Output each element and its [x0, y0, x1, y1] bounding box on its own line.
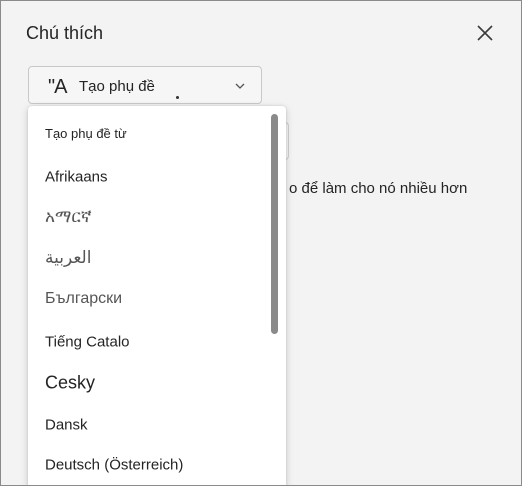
menu-item-label: አማርኛ: [45, 207, 92, 226]
menu-item-amharic[interactable]: አማርኛ: [28, 198, 268, 236]
captions-icon: "A: [48, 76, 67, 98]
menu-item-label: Cesky: [45, 372, 96, 393]
cursor-dot: [176, 96, 179, 99]
generate-captions-dropdown[interactable]: "A Tạo phụ đề: [28, 66, 262, 104]
menu-item-german-austria[interactable]: Deutsch (Österreich): [28, 446, 268, 484]
menu-item-arabic[interactable]: العربية: [28, 239, 268, 277]
menu-item-label: Tiếng Catalo: [45, 333, 130, 351]
close-icon: [477, 25, 493, 41]
menu-item-afrikaans[interactable]: Afrikaans: [28, 158, 268, 196]
menu-item-czech[interactable]: Cesky: [28, 364, 268, 402]
captions-panel: Chú thích "A Tạo phụ đề o để làm cho nó …: [0, 0, 522, 486]
menu-item-label: العربية: [45, 248, 92, 267]
panel-title: Chú thích: [26, 23, 104, 43]
menu-item-catalan[interactable]: Tiếng Catalo: [28, 323, 268, 361]
menu-scrollbar[interactable]: [271, 114, 278, 334]
background-description: o để làm cho nó nhiều hơn: [289, 180, 468, 197]
close-button[interactable]: [473, 21, 497, 45]
menu-item-label: Български: [45, 290, 123, 307]
menu-header: Tạo phụ đề từ: [45, 126, 127, 141]
menu-item-danish[interactable]: Dansk: [28, 406, 268, 444]
dropdown-label: Tạo phụ đề: [79, 78, 155, 95]
menu-item-label: Deutsch (Österreich): [45, 456, 184, 474]
menu-item-label: Afrikaans: [45, 168, 108, 186]
language-menu: Tạo phụ đề từ Afrikaans አማርኛ العربية Бъл…: [28, 106, 286, 485]
menu-item-label: Dansk: [45, 416, 88, 434]
menu-item-bulgarian[interactable]: Български: [28, 280, 268, 318]
chevron-down-icon: [235, 83, 245, 89]
